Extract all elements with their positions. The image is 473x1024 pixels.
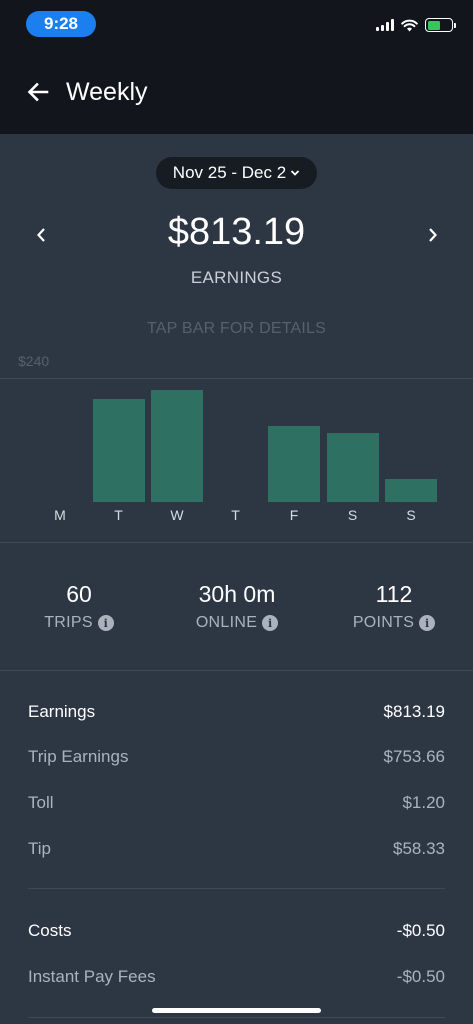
earnings-label: EARNINGS xyxy=(190,268,283,287)
cellular-signal-icon xyxy=(376,19,394,31)
trip-earnings-row[interactable]: Trip Earnings $753.66 xyxy=(28,747,445,767)
y-axis-max-label: $240 xyxy=(18,353,50,369)
bar-slot-5[interactable] xyxy=(324,378,382,502)
bar-4[interactable] xyxy=(268,425,320,502)
points-stat: 112 POINTS i xyxy=(315,581,473,632)
toll-label: Toll xyxy=(28,793,54,812)
trips-stat: 60 TRIPS i xyxy=(0,581,158,632)
x-tick-label-1: T xyxy=(114,507,123,523)
bar-slot-4[interactable] xyxy=(265,378,323,502)
bar-2[interactable] xyxy=(151,389,203,502)
x-tick-label-5: S xyxy=(347,507,358,523)
chart-x-axis: MTWTFSS xyxy=(31,507,441,525)
points-label: POINTS xyxy=(352,614,415,631)
section-divider xyxy=(0,670,473,671)
back-button[interactable] xyxy=(24,78,52,106)
bar-slot-6[interactable] xyxy=(382,378,440,502)
date-range-label: Nov 25 - Dec 2 xyxy=(172,163,287,182)
points-value: 112 xyxy=(375,581,413,607)
trips-info-icon[interactable]: i xyxy=(97,615,114,631)
tap-bar-hint: TAP BAR FOR DETAILS xyxy=(147,320,326,337)
x-tick-label-0: M xyxy=(54,507,66,523)
x-tick-label-6: S xyxy=(406,507,416,523)
earnings-row[interactable]: Earnings $813.19 xyxy=(28,702,445,722)
x-tick-label-2: W xyxy=(170,507,184,523)
toll-value: $1.20 xyxy=(402,793,445,812)
bar-slot-2[interactable] xyxy=(148,378,206,502)
battery-icon xyxy=(425,18,456,32)
bar-5[interactable] xyxy=(326,432,379,502)
bar-1[interactable] xyxy=(92,399,145,502)
costs-row[interactable]: Costs -$0.50 xyxy=(28,921,445,941)
date-range-selector[interactable]: Nov 25 - Dec 2 xyxy=(156,157,317,189)
costs-label: Costs xyxy=(28,921,72,940)
online-info-icon[interactable]: i xyxy=(262,615,279,631)
chevron-down-icon xyxy=(291,170,300,176)
bar-slot-1[interactable] xyxy=(90,378,148,502)
status-time: 9:28 xyxy=(26,11,96,37)
earnings-row-label: Earnings xyxy=(28,702,96,721)
app-header: 9:28 Weekly xyxy=(0,0,473,134)
trips-label: TRIPS xyxy=(44,614,93,631)
instant-pay-fees-row[interactable]: Instant Pay Fees -$0.50 xyxy=(28,967,445,987)
x-tick-label-4: F xyxy=(289,507,299,523)
page-title: Weekly xyxy=(66,78,148,106)
instant-pay-fees-label: Instant Pay Fees xyxy=(28,967,156,986)
tip-row[interactable]: Tip $58.33 xyxy=(28,839,445,859)
earnings-bar-chart xyxy=(31,378,441,502)
home-indicator[interactable] xyxy=(152,1008,321,1013)
trips-value: 60 xyxy=(66,581,92,607)
breakdown-divider xyxy=(28,888,445,889)
earnings-row-value: $813.19 xyxy=(383,702,445,721)
bar-slot-3[interactable] xyxy=(207,378,265,502)
instant-pay-fees-value: -$0.50 xyxy=(396,967,445,986)
toll-row[interactable]: Toll $1.20 xyxy=(28,793,445,813)
online-label: ONLINE xyxy=(195,614,258,631)
online-stat: 30h 0m ONLINE i xyxy=(158,581,316,632)
tip-label: Tip xyxy=(28,839,51,858)
x-tick-label-3: T xyxy=(231,507,240,523)
online-value: 30h 0m xyxy=(198,581,276,607)
tip-value: $58.33 xyxy=(393,839,445,858)
costs-value: -$0.50 xyxy=(396,921,445,940)
section-divider xyxy=(0,542,473,543)
bar-slot-0[interactable] xyxy=(31,378,89,502)
trip-earnings-value: $753.66 xyxy=(383,747,445,766)
breakdown-divider xyxy=(28,1017,445,1018)
points-info-icon[interactable]: i xyxy=(419,615,436,631)
trip-earnings-label: Trip Earnings xyxy=(28,747,129,766)
bar-6[interactable] xyxy=(385,478,437,502)
status-icons xyxy=(376,18,456,32)
wifi-icon xyxy=(401,19,418,31)
total-earnings-amount: $813.19 xyxy=(167,211,306,253)
arrow-left-icon xyxy=(27,82,49,102)
